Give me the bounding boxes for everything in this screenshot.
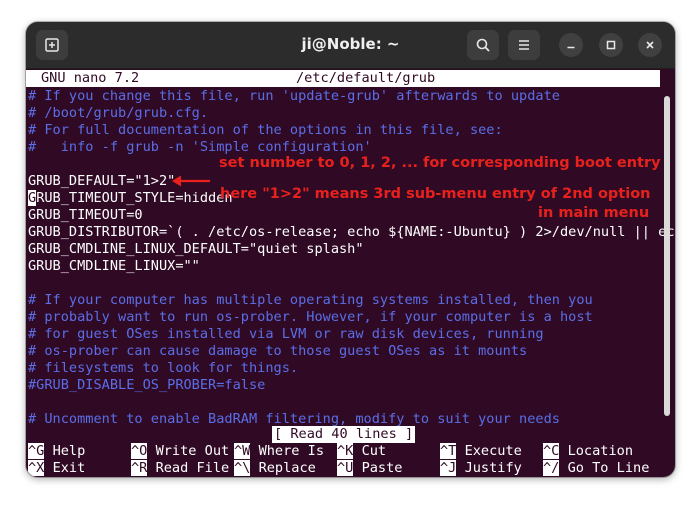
editor-line-text: GRUB_DISTRIBUTOR=`( . /etc/os-release; e… [28, 224, 675, 240]
editor-line-cursor[interactable]: GRUB_TIMEOUT_STYLE=hidden [28, 190, 233, 207]
search-icon [476, 38, 490, 52]
nano-filename: /etc/default/grub [296, 70, 436, 86]
editor-line[interactable]: # For full documentation of the options … [28, 122, 503, 139]
menu-button[interactable] [508, 30, 540, 60]
editor-line[interactable]: GRUB_TIMEOUT=0 [28, 207, 143, 224]
maximize-icon [606, 40, 616, 50]
left-arrow-icon [172, 175, 210, 187]
editor-line-distributor[interactable]: GRUB_DISTRIBUTOR=`( . /etc/os-release; e… [28, 224, 675, 241]
annotation-boot-entry: set number to 0, 1, 2, ... for correspon… [219, 155, 661, 171]
editor-line[interactable]: #GRUB_DISABLE_OS_PROBER=false [28, 377, 265, 394]
editor-line[interactable]: # info -f grub -n 'Simple configuration' [28, 139, 372, 156]
shortcut-exit[interactable]: ^X Exit [28, 460, 85, 477]
shortcut-justify[interactable]: ^J Justify [440, 460, 522, 477]
editor-line[interactable]: # If your computer has multiple operatin… [28, 292, 593, 309]
shortcut-execute[interactable]: ^T Execute [440, 443, 522, 460]
shortcut-read-file[interactable]: ^R Read File [131, 460, 229, 477]
shortcut-go-to-line[interactable]: ^/ Go To Line [543, 460, 649, 477]
maximize-button[interactable] [599, 33, 623, 57]
close-button[interactable] [638, 33, 662, 57]
editor-line[interactable]: # If you change this file, run 'update-g… [28, 88, 560, 105]
nano-version: GNU nano 7.2 [41, 70, 140, 86]
editor-line[interactable]: # probably want to run os-prober. Howeve… [28, 309, 593, 326]
shortcut-where-is[interactable]: ^W Where Is [234, 443, 324, 460]
editor-line[interactable]: GRUB_CMDLINE_LINUX_DEFAULT="quiet splash… [28, 241, 364, 258]
editor-line[interactable]: # for guest OSes installed via LVM or ra… [28, 326, 544, 343]
shortcut-write-out[interactable]: ^O Write Out [131, 443, 229, 460]
shortcut-location[interactable]: ^C Location [543, 443, 633, 460]
editor-line-grub-default[interactable]: GRUB_DEFAULT="1>2" [28, 173, 175, 190]
minimize-icon [567, 46, 575, 49]
annotation-main-menu: in main menu [538, 205, 650, 221]
editor-line[interactable]: # filesystems to look for things. [28, 360, 298, 377]
status-message: [ Read 40 lines ] [272, 426, 416, 443]
minimize-button[interactable] [559, 33, 583, 57]
terminal-content[interactable]: GNU nano 7.2 /etc/default/grub # If you … [26, 69, 675, 477]
terminal-window: ji@Noble: ~ GNU nano 7.2 /etc/default/gr… [26, 22, 675, 477]
shortcut-replace[interactable]: ^\ Replace [234, 460, 316, 477]
editor-line[interactable]: # /boot/grub/grub.cfg. [28, 105, 208, 122]
search-button[interactable] [467, 30, 499, 60]
shortcut-cut[interactable]: ^K Cut [337, 443, 386, 460]
shortcut-paste[interactable]: ^U Paste [337, 460, 402, 477]
shortcut-help[interactable]: ^G Help [28, 443, 85, 460]
close-icon [646, 41, 654, 49]
hamburger-menu-icon [519, 40, 529, 50]
text-cursor: G [28, 190, 37, 206]
editor-line[interactable]: # os-prober can cause damage to those gu… [28, 343, 527, 360]
editor-line[interactable]: GRUB_CMDLINE_LINUX="" [28, 258, 200, 275]
nano-header-bar: GNU nano 7.2 /etc/default/grub [26, 70, 660, 87]
editor-line-text: RUB_TIMEOUT_STYLE=hidden [36, 190, 233, 206]
annotation-submenu-explain: here "1>2" means 3rd sub-menu entry of 2… [220, 186, 651, 202]
terminal-scrollbar[interactable] [664, 96, 670, 416]
title-bar: ji@Noble: ~ [26, 22, 675, 69]
